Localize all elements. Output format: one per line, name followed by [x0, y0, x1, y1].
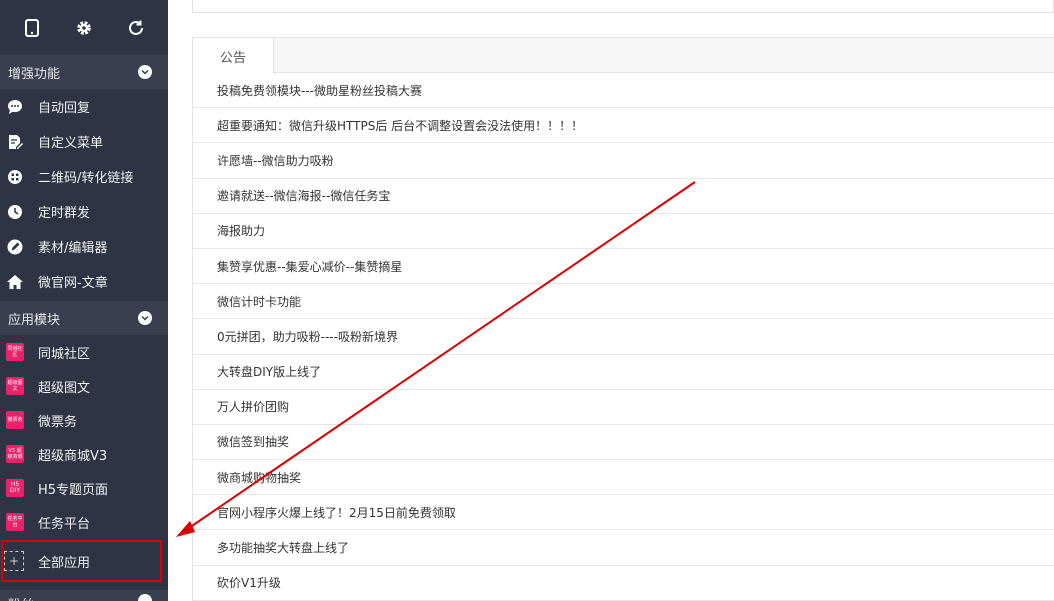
sidebar: 增强功能 自动回复 自定义菜单 二维码/转化链接 定时群发 素材/编辑器 微官网… — [0, 0, 168, 601]
notice-item[interactable]: 超重要通知：微信升级HTTPS后 后台不调整设置会没法使用！！！！ — [193, 108, 1054, 144]
menu-item-label: 自定义菜单 — [38, 136, 104, 151]
menu-item-label: 定时群发 — [38, 206, 91, 221]
menu-item-all-apps[interactable]: + 全部应用 — [0, 541, 168, 581]
notice-item[interactable]: 大转盘DIY版上线了 — [193, 355, 1054, 390]
menu-item-custom-menu[interactable]: 自定义菜单 — [0, 124, 168, 159]
section-fans[interactable]: 粉丝 — [0, 590, 168, 601]
notice-item[interactable]: 许愿墙--微信助力吸粉 — [193, 143, 1054, 179]
section-enhanced[interactable]: 增强功能 — [0, 55, 168, 89]
section-enhanced-label: 增强功能 — [8, 66, 61, 82]
mobile-icon[interactable] — [20, 16, 44, 40]
chevron-down-icon — [138, 65, 152, 79]
notice-item[interactable]: 邀请就送--微信海报--微信任务宝 — [193, 179, 1054, 214]
section-fans-label: 粉丝 — [8, 594, 34, 601]
menu-item-scheduled-send[interactable]: 定时群发 — [0, 194, 168, 229]
tab-notice[interactable]: 公告 — [193, 38, 274, 74]
sidebar-toolbar — [0, 0, 168, 55]
menu-item-ticketing[interactable]: 微票务 微票务 — [0, 403, 168, 437]
menu-item-h5-page[interactable]: H5 DIY H5专题页面 — [0, 471, 168, 505]
notice-item[interactable]: 万人拼价团购 — [193, 390, 1054, 425]
notice-list: 投稿免费领模块---微助星粉丝投稿大赛 超重要通知：微信升级HTTPS后 后台不… — [193, 73, 1054, 601]
super-article-app-icon: 超级图文 — [6, 377, 24, 395]
notice-item[interactable]: 集赞享优惠--集爱心减价--集赞摘星 — [193, 249, 1054, 285]
document-edit-icon — [6, 133, 24, 151]
ticketing-app-icon: 微票务 — [6, 411, 24, 429]
menu-item-label: 超级商城V3 — [38, 448, 108, 464]
section-apps-label: 应用模块 — [8, 312, 61, 328]
section-apps[interactable]: 应用模块 — [0, 301, 168, 335]
menu-item-micro-site[interactable]: 微官网-文章 — [0, 264, 168, 299]
gear-icon[interactable] — [72, 16, 96, 40]
plus-icon: + — [4, 551, 24, 571]
menu-item-label: 微官网-文章 — [38, 276, 108, 291]
notice-item[interactable]: 微商城购物抽奖 — [193, 460, 1054, 496]
menu-item-label: 任务平台 — [38, 516, 91, 532]
menu-item-city-community[interactable]: 同城社区 同城社区 — [0, 335, 168, 369]
menu-item-task-platform[interactable]: 任务平台 任务平台 — [0, 505, 168, 539]
qrcode-icon — [6, 168, 24, 186]
notice-tabbar: 公告 — [193, 38, 1054, 74]
menu-item-label: 同城社区 — [38, 346, 91, 362]
notice-item[interactable]: 0元拼团，助力吸粉----吸粉新境界 — [193, 319, 1054, 355]
chevron-down-icon — [138, 594, 152, 601]
app-root: 增强功能 自动回复 自定义菜单 二维码/转化链接 定时群发 素材/编辑器 微官网… — [0, 0, 1054, 601]
notice-item[interactable]: 砍价V1升级 — [193, 566, 1054, 601]
menu-item-label: H5专题页面 — [38, 482, 109, 498]
notice-item[interactable]: 多功能抽奖大转盘上线了 — [193, 530, 1054, 566]
menu-item-auto-reply[interactable]: 自动回复 — [0, 89, 168, 124]
menu-item-label: 二维码/转化链接 — [38, 171, 134, 186]
pencil-icon — [6, 238, 24, 256]
menu-item-super-article[interactable]: 超级图文 超级图文 — [0, 369, 168, 403]
chat-bubble-icon — [6, 98, 24, 116]
notice-item[interactable]: 海报助力 — [193, 214, 1054, 249]
menu-item-super-mall[interactable]: V3 超级商城 超级商城V3 — [0, 437, 168, 471]
menu-item-label: 自动回复 — [38, 101, 91, 116]
notice-item[interactable]: 微信计时卡功能 — [193, 284, 1054, 320]
chevron-down-icon — [138, 311, 152, 325]
menu-item-label: 微票务 — [38, 414, 78, 430]
notice-item[interactable]: 微信签到抽奖 — [193, 425, 1054, 461]
h5-diy-app-icon: H5 DIY — [6, 479, 24, 497]
menu-item-label: 素材/编辑器 — [38, 241, 108, 256]
menu-item-label: 全部应用 — [38, 555, 91, 571]
menu-item-qrcode[interactable]: 二维码/转化链接 — [0, 159, 168, 194]
super-mall-app-icon: V3 超级商城 — [6, 445, 24, 463]
notice-item[interactable]: 官网小程序火爆上线了！2月15日前免费领取 — [193, 495, 1054, 531]
refresh-icon[interactable] — [124, 16, 148, 40]
home-icon — [6, 273, 24, 291]
clock-icon — [6, 203, 24, 221]
notice-panel: 公告 投稿免费领模块---微助星粉丝投稿大赛 超重要通知：微信升级HTTPS后 … — [192, 37, 1054, 601]
top-panel-edge — [192, 0, 1054, 13]
menu-item-label: 超级图文 — [38, 380, 91, 396]
city-community-app-icon: 同城社区 — [6, 343, 24, 361]
notice-item[interactable]: 投稿免费领模块---微助星粉丝投稿大赛 — [193, 73, 1054, 109]
task-platform-app-icon: 任务平台 — [6, 513, 24, 531]
menu-item-material-editor[interactable]: 素材/编辑器 — [0, 229, 168, 264]
